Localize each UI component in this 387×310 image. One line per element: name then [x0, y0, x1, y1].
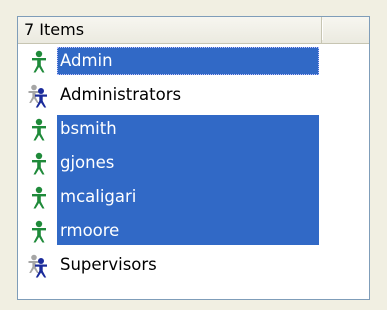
list-item[interactable]: Admin — [18, 44, 369, 78]
list-item-label: mcaligari — [57, 183, 319, 217]
list-item[interactable]: Supervisors — [18, 248, 369, 282]
list-item[interactable]: rmoore — [18, 214, 369, 248]
list-item-label: bsmith — [57, 115, 319, 149]
user-icon — [32, 186, 46, 209]
user-icon — [32, 152, 46, 175]
list-item-label: Administrators — [60, 85, 182, 104]
list-item-label: rmoore — [57, 217, 319, 245]
list-item-label: gjones — [57, 149, 319, 183]
list-item[interactable]: gjones — [18, 146, 369, 183]
group-icon — [28, 84, 47, 108]
list-item-label: Supervisors — [60, 255, 157, 274]
list-item[interactable]: bsmith — [18, 112, 369, 149]
user-icon — [32, 118, 46, 141]
column-header-items[interactable]: 7 Items — [18, 17, 322, 43]
group-icon — [28, 254, 47, 278]
list-item-label: Admin — [57, 47, 319, 75]
list-item[interactable]: Administrators — [18, 78, 369, 112]
user-icon — [32, 50, 46, 73]
window-frame: 7 Items Admin Administrators bsmith gjon… — [0, 0, 387, 310]
column-header-filler — [323, 17, 369, 43]
list-header: 7 Items — [18, 17, 369, 44]
users-list-view[interactable]: 7 Items Admin Administrators bsmith gjon… — [17, 16, 370, 300]
list-rows: Admin Administrators bsmith gjones mcali… — [18, 44, 369, 282]
list-item[interactable]: mcaligari — [18, 180, 369, 217]
user-icon — [32, 220, 46, 243]
